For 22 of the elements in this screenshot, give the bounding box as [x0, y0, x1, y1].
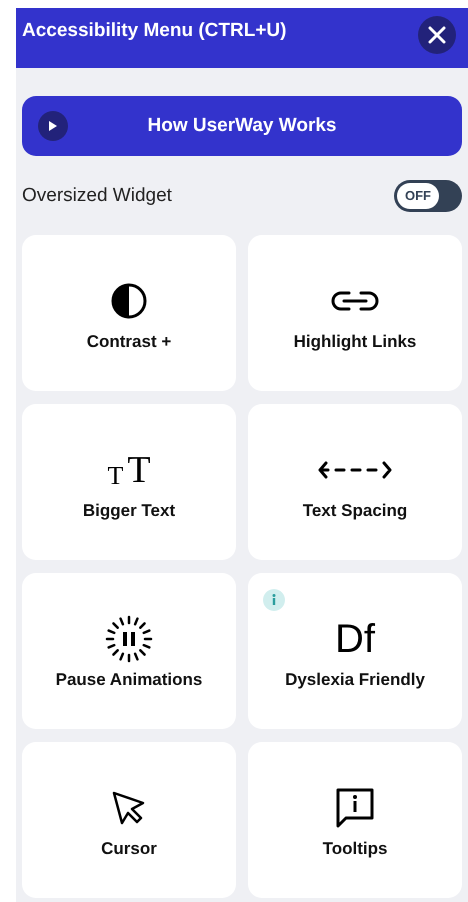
window-title: Accessibility Menu (CTRL+U): [22, 19, 286, 43]
play-icon: [38, 111, 68, 141]
link-icon: [329, 289, 381, 313]
contrast-icon: [110, 282, 148, 320]
speech-bubble-info-icon: [334, 786, 376, 830]
feature-tile[interactable]: Contrast +: [22, 235, 236, 391]
pause-icon: [105, 615, 153, 663]
feature-tile[interactable]: TT Bigger Text: [22, 404, 236, 560]
close-icon: [428, 26, 446, 44]
setting-label: Oversized Widget: [22, 184, 172, 208]
letters-icon: Df: [335, 619, 375, 659]
feature-tile[interactable]: Df Dyslexia Friendly: [248, 573, 462, 729]
feature-tile[interactable]: Highlight Links: [248, 235, 462, 391]
toggle-switch[interactable]: OFF: [394, 180, 462, 212]
feature-tile[interactable]: Tooltips: [248, 742, 462, 898]
feature-tile[interactable]: Cursor: [22, 742, 236, 898]
cursor-arrow-icon: [111, 790, 147, 826]
letters-icon: TT: [107, 451, 151, 489]
video-button[interactable]: How UserWay Works: [22, 96, 462, 156]
close-button[interactable]: [418, 16, 456, 54]
feature-tile[interactable]: Text Spacing: [248, 404, 462, 560]
feature-tile[interactable]: Pause Animations: [22, 573, 236, 729]
